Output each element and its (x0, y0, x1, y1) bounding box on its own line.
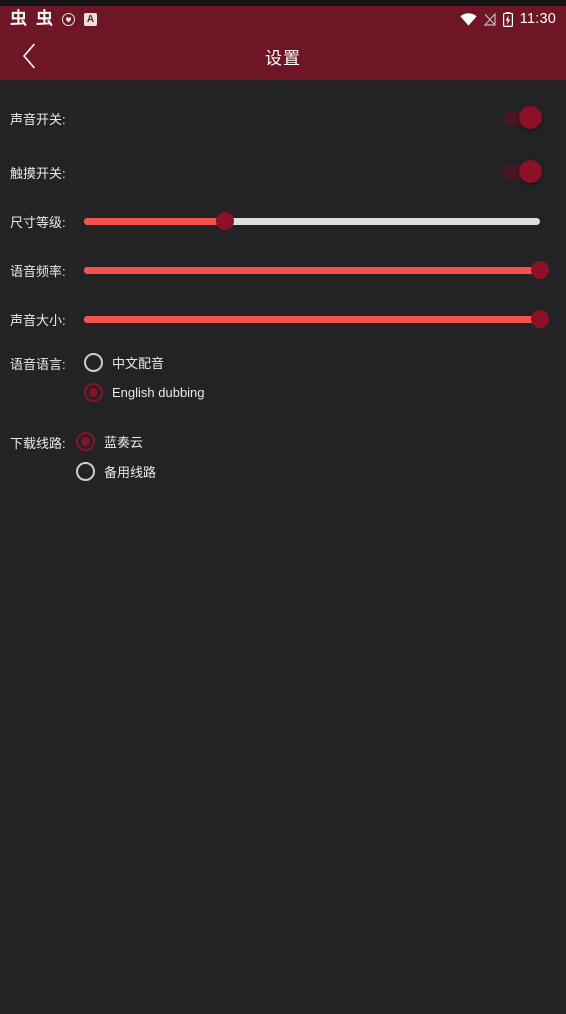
setting-row-touch-switch: 触摸开关: (0, 157, 566, 187)
wifi-icon (460, 12, 477, 26)
status-bar-clock: 11:30 (519, 10, 556, 27)
app-bar: 设置 (0, 32, 566, 80)
slider-thumb[interactable] (531, 310, 549, 328)
bug-icon: 虫 (10, 8, 27, 29)
radio-download-route-backup[interactable]: 备用线路 (76, 462, 156, 481)
toggle-knob (519, 106, 542, 129)
download-route-label: 下载线路: (10, 435, 66, 451)
bug-icon: 虫 (36, 8, 53, 29)
page-title: 设置 (265, 48, 301, 68)
toggle-knob (519, 160, 542, 183)
voice-rate-slider[interactable] (84, 261, 549, 279)
shield-heart-icon (62, 12, 75, 26)
volume-slider[interactable] (84, 310, 549, 328)
settings-screen: 虫 虫 A 11:30 设置 声音开关: 触摸开关: 尺寸等级: 语音频率: 声… (0, 0, 566, 1014)
volume-label: 声音大小: (10, 312, 66, 328)
voice-language-label: 语音语言: (10, 356, 66, 372)
size-level-slider[interactable] (84, 212, 540, 230)
letter-a-badge-icon: A (84, 12, 97, 26)
radio-voice-language-chinese[interactable]: 中文配音 (84, 353, 164, 372)
setting-row-volume: 声音大小: (0, 304, 566, 334)
slider-thumb[interactable] (531, 261, 549, 279)
sound-switch-label: 声音开关: (10, 111, 66, 127)
voice-rate-label: 语音频率: (10, 263, 66, 279)
slider-fill (84, 266, 540, 274)
radio-indicator (84, 383, 103, 402)
touch-switch-toggle[interactable] (503, 160, 542, 183)
radio-indicator (76, 462, 95, 481)
setting-row-voice-rate: 语音频率: (0, 255, 566, 285)
size-level-label: 尺寸等级: (10, 214, 66, 230)
slider-fill (84, 217, 226, 225)
radio-label: 备用线路 (104, 465, 157, 480)
settings-list: 声音开关: 触摸开关: 尺寸等级: 语音频率: 声音大小: 语音语言: 中文配音… (0, 80, 566, 1014)
signal-no-sim-icon (483, 12, 496, 26)
radio-label: 中文配音 (112, 356, 165, 371)
setting-row-size-level: 尺寸等级: (0, 206, 566, 236)
setting-row-sound-switch: 声音开关: (0, 103, 566, 133)
radio-label: 蓝奏云 (104, 435, 144, 450)
status-bar: 虫 虫 A 11:30 (0, 6, 566, 32)
slider-fill (84, 315, 540, 323)
status-bar-notifications: 虫 虫 A (10, 8, 97, 29)
radio-indicator (76, 432, 95, 451)
battery-charging-icon (502, 11, 513, 27)
slider-thumb[interactable] (216, 212, 235, 230)
radio-voice-language-english[interactable]: English dubbing (84, 383, 205, 402)
radio-label: English dubbing (112, 385, 205, 400)
sound-switch-toggle[interactable] (503, 106, 542, 129)
status-bar-system-icons: 11:30 (460, 10, 556, 27)
touch-switch-label: 触摸开关: (10, 165, 66, 181)
radio-indicator (84, 353, 103, 372)
radio-download-route-lanzou[interactable]: 蓝奏云 (76, 432, 143, 451)
